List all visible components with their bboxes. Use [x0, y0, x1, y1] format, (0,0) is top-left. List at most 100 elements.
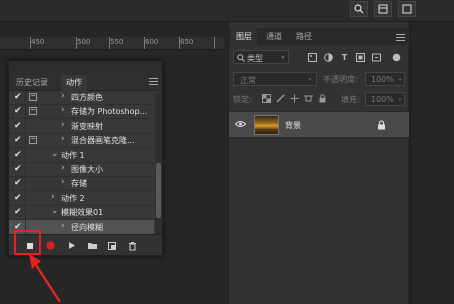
action-row[interactable]: ✔ › 渐变映射 [9, 118, 154, 134]
ruler-label: 600 [145, 38, 159, 46]
blend-mode-select[interactable]: 正常 ⌄ [233, 72, 317, 86]
layer-row-background[interactable]: 背景 [229, 111, 409, 138]
action-row[interactable]: ✔ ⌄ 动作 1 [9, 147, 154, 163]
toggle-check-icon[interactable]: ✔ [14, 121, 22, 131]
opacity-input[interactable]: 100% ⌄ [365, 72, 405, 86]
image-icon [308, 53, 317, 62]
search-button[interactable] [350, 1, 368, 17]
toggle-check-icon[interactable]: ✔ [14, 150, 22, 160]
toggle-check-icon[interactable]: ✔ [14, 135, 22, 145]
expand-arrow-icon[interactable]: › [51, 192, 55, 202]
extra-button[interactable] [398, 1, 416, 17]
search-icon [237, 54, 245, 62]
dialog-toggle-icon[interactable] [29, 93, 37, 101]
filter-adjustment-button[interactable] [323, 52, 334, 63]
actions-panel: 历史记录 动作 ✔ › 四方颜色 ✔ › 存储为 Photoshop... ✔ › 渐变映射 ✔ ›… [8, 60, 163, 256]
ruler-label: 650 [180, 38, 194, 46]
lock-position-button[interactable] [289, 93, 300, 104]
layers-panel-tabs: 图层 通道 路径 [229, 28, 409, 45]
fill-input[interactable]: 100% ⌄ [365, 92, 405, 106]
action-row[interactable]: ✔ › 图像大小 [9, 162, 154, 177]
expand-arrow-icon[interactable]: › [61, 177, 65, 187]
smart-object-icon [372, 53, 381, 62]
filter-smart-object-button[interactable] [371, 52, 382, 63]
row-divider [25, 90, 26, 105]
lock-artboard-button[interactable] [303, 93, 314, 104]
action-label: 存储 [71, 179, 87, 189]
dialog-toggle-icon[interactable] [29, 136, 37, 145]
scrollbar-thumb[interactable] [156, 163, 161, 218]
chevron-down-icon: ⌄ [397, 94, 403, 102]
lock-icon [319, 94, 326, 103]
toggle-check-icon[interactable]: ✔ [14, 164, 22, 174]
expand-arrow-icon[interactable]: › [61, 120, 65, 130]
expand-arrow-icon[interactable]: › [61, 221, 65, 231]
row-divider [25, 176, 26, 192]
lock-all-button[interactable] [317, 93, 328, 104]
toggle-icon [392, 53, 401, 62]
record-button[interactable] [43, 239, 57, 252]
filter-type-text-button[interactable]: T [339, 52, 350, 63]
tab-history[interactable]: 历史记录 [11, 75, 53, 91]
filter-type-select[interactable]: 类型 ⌄ [233, 50, 289, 64]
action-row[interactable]: ✔ › 动作 2 [9, 190, 154, 206]
expand-arrow-icon[interactable]: › [61, 163, 65, 173]
play-icon [69, 242, 75, 249]
expand-arrow-icon[interactable]: › [61, 134, 65, 144]
record-icon [46, 241, 54, 250]
expand-arrow-icon[interactable]: › [61, 91, 65, 101]
tab-paths[interactable]: 路径 [291, 28, 317, 45]
action-label: 图像大小 [71, 165, 103, 174]
expand-arrow-icon[interactable]: › [61, 105, 65, 115]
expand-arrow-icon[interactable]: ⌄ [51, 206, 59, 216]
folder-icon [87, 243, 97, 249]
chevron-down-icon: ⌄ [307, 74, 313, 82]
tab-actions[interactable]: 动作 [61, 75, 87, 91]
action-row[interactable]: ✔ › 四方颜色 [9, 90, 154, 105]
action-row[interactable]: ✔ › 混合器画笔克隆... [9, 133, 154, 149]
move-icon [290, 94, 299, 103]
toggle-check-icon[interactable]: ✔ [14, 193, 22, 203]
search-icon [354, 4, 364, 14]
layers-panel: 图层 通道 路径 类型 ⌄ T 正常 ⌄ 不透明度: 100% ⌄ 锁定: 填充… [228, 22, 409, 304]
dialog-toggle-icon[interactable] [29, 107, 37, 116]
action-row[interactable]: ✔ › 存储 [9, 176, 154, 192]
action-row[interactable]: ✔ ⌄ 模糊效果01 [9, 205, 154, 221]
new-action-button[interactable] [105, 239, 119, 252]
toggle-check-icon[interactable]: ✔ [14, 178, 22, 188]
chevron-down-icon: ⌄ [397, 74, 403, 82]
delete-button[interactable] [125, 239, 139, 252]
play-button[interactable] [65, 239, 79, 252]
layer-lock-indicator [377, 120, 386, 132]
action-label: 存储为 Photoshop... [71, 107, 148, 117]
toggle-check-icon[interactable]: ✔ [14, 106, 22, 116]
fill-value: 100% [371, 95, 394, 104]
panel-menu-icon[interactable] [396, 34, 405, 43]
action-label: 径向模糊 [71, 222, 103, 232]
tab-channels[interactable]: 通道 [261, 28, 287, 45]
tab-layers[interactable]: 图层 [231, 28, 257, 45]
row-divider [25, 205, 26, 221]
ruler-label: 450 [31, 38, 45, 46]
shape-icon [356, 53, 365, 62]
eye-icon [234, 121, 247, 127]
filter-pixel-button[interactable] [307, 52, 318, 63]
panel-menu-icon[interactable] [149, 78, 158, 87]
panel-drag-bar[interactable] [9, 61, 162, 71]
new-set-button[interactable] [85, 239, 99, 252]
workspace-button[interactable] [374, 1, 392, 17]
filter-shape-button[interactable] [355, 52, 366, 63]
action-label: 动作 1 [61, 150, 85, 160]
action-row[interactable]: ✔ › 存储为 Photoshop... [9, 104, 154, 120]
expand-arrow-icon[interactable]: ⌄ [51, 149, 59, 159]
row-divider [25, 190, 26, 206]
toggle-check-icon[interactable]: ✔ [14, 92, 22, 102]
fill-label: 填充: [341, 95, 360, 104]
ruler-label: 500 [77, 38, 91, 46]
lock-image-button[interactable] [275, 93, 286, 104]
row-divider [25, 133, 26, 149]
toggle-check-icon[interactable]: ✔ [14, 207, 22, 217]
lock-transparent-button[interactable] [261, 93, 272, 104]
visibility-toggle[interactable] [234, 120, 247, 130]
filter-toggle-button[interactable] [391, 52, 402, 63]
